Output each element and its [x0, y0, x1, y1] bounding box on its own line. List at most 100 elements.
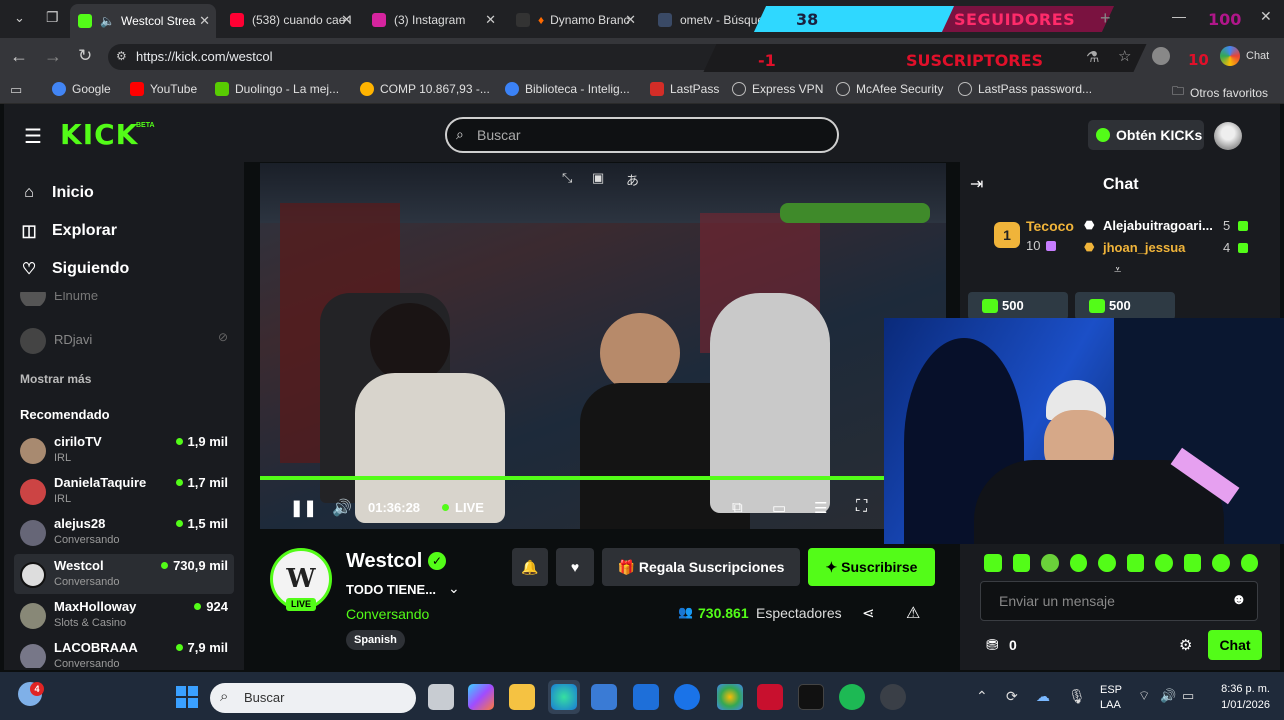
bookmark-mcafee[interactable]: McAfee Security: [836, 82, 943, 96]
cloud-icon[interactable]: ☁: [1036, 688, 1050, 705]
fullscreen-icon[interactable]: ⛶: [856, 498, 867, 516]
recommended-item[interactable]: MaxHolloway Slots & Casino 924: [20, 599, 234, 639]
expand-leaderboard-icon[interactable]: ⩡: [1114, 262, 1121, 278]
gifter-name[interactable]: jhoan_jessua: [1103, 240, 1185, 255]
progress-bar[interactable]: [260, 476, 884, 480]
hp-icon[interactable]: [674, 684, 700, 710]
bookmark-duolingo[interactable]: Duolingo - La mej...: [215, 82, 339, 96]
gift-subs-button[interactable]: 🎁 Regala Suscripciones: [602, 548, 800, 586]
menu-icon[interactable]: ☰: [24, 124, 42, 149]
kicks-wallet-icon[interactable]: ⛃: [986, 636, 999, 654]
bookmark-comp[interactable]: COMP 10.867,93 -...: [360, 82, 490, 96]
bookmark-lastpass-password[interactable]: LastPass password...: [958, 82, 1092, 96]
search-input[interactable]: Buscar: [445, 117, 839, 153]
kick-logo[interactable]: KICK: [60, 118, 138, 151]
tab-close-icon[interactable]: ✕: [199, 13, 210, 29]
bookmark-youtube[interactable]: YouTube: [130, 82, 197, 96]
language-tag[interactable]: Spanish: [346, 630, 405, 650]
emote-icon[interactable]: [1069, 554, 1087, 572]
emoji-icon[interactable]: ☻: [1231, 591, 1247, 608]
tab-close-icon[interactable]: ✕: [485, 12, 496, 28]
bookmark-biblioteca[interactable]: Biblioteca - Intelig...: [505, 82, 630, 96]
copilot-icon[interactable]: [1220, 46, 1240, 66]
translate-icon[interactable]: あ: [626, 170, 639, 189]
tiktok-icon[interactable]: [798, 684, 824, 710]
collapse-chat-icon[interactable]: ⇥: [970, 174, 983, 194]
bookmark-expressvpn[interactable]: Express VPN: [732, 82, 823, 96]
pip-icon[interactable]: ⧉: [732, 499, 743, 516]
browser-tab-2[interactable]: (3) Instagram ✕: [364, 6, 502, 34]
nav-home[interactable]: ⌂ Inicio: [20, 184, 94, 202]
tab-close-icon[interactable]: ✕: [625, 12, 636, 28]
obs-icon[interactable]: [880, 684, 906, 710]
close-window-icon[interactable]: ✕: [1260, 8, 1272, 25]
emote-icon[interactable]: [1012, 554, 1030, 572]
battery-icon[interactable]: ▭: [1182, 688, 1194, 704]
file-explorer-icon[interactable]: [509, 684, 535, 710]
streamer-name[interactable]: Westcol: [346, 550, 422, 573]
send-chat-button[interactable]: Chat: [1208, 630, 1262, 660]
video-player[interactable]: [260, 163, 946, 529]
follow-button[interactable]: ♥: [556, 548, 594, 586]
emote-icon[interactable]: [1155, 554, 1173, 572]
store-icon[interactable]: [591, 684, 617, 710]
tab-actions-icon[interactable]: ❐: [46, 9, 59, 26]
sidebar-toggle-icon[interactable]: ▭: [10, 82, 22, 98]
following-item-partial[interactable]: Elnume: [20, 292, 234, 306]
recommended-item[interactable]: LACOBRAAA Conversando 7,9 mil: [20, 640, 234, 668]
notifications-button[interactable]: 🔔: [512, 548, 548, 586]
bookmark-google[interactable]: Google: [52, 82, 111, 96]
mcafee-icon[interactable]: [757, 684, 783, 710]
tab-list-icon[interactable]: ⌄: [14, 10, 25, 26]
chat-input[interactable]: Enviar un mensaje: [980, 581, 1258, 621]
microphone-icon[interactable]: 🎙: [1068, 688, 1086, 705]
wifi-icon[interactable]: ⌔: [1138, 688, 1150, 704]
following-item-offline[interactable]: RDjavi ⊘: [20, 328, 234, 370]
report-icon[interactable]: ⚠: [906, 603, 920, 623]
sync-icon[interactable]: ⟳: [1006, 688, 1018, 705]
language-bottom[interactable]: LAA: [1100, 699, 1121, 711]
favorite-star-icon[interactable]: ☆: [1118, 47, 1131, 65]
stream-category[interactable]: Conversando: [346, 606, 429, 622]
recommended-item[interactable]: DanielaTaquire IRL 1,7 mil: [20, 475, 234, 515]
gifter-name[interactable]: Alejabuitragoari...: [1103, 218, 1213, 233]
bookmark-lastpass[interactable]: LastPass: [650, 82, 719, 96]
chrome-icon[interactable]: [717, 684, 743, 710]
taskbar-search[interactable]: Buscar: [210, 683, 416, 713]
emote-icon[interactable]: [1183, 554, 1201, 572]
emote-icon[interactable]: [1041, 554, 1059, 572]
recommended-item[interactable]: alejus28 Conversando 1,5 mil: [20, 516, 234, 556]
emote-icon[interactable]: [1212, 554, 1230, 572]
share-icon[interactable]: ⋖: [862, 604, 875, 622]
emote-icon[interactable]: [1098, 554, 1116, 572]
site-info-icon[interactable]: ⚙: [116, 49, 127, 63]
tab-close-icon[interactable]: ✕: [341, 12, 352, 28]
browser-chat-label[interactable]: Chat: [1246, 50, 1269, 62]
edge-icon[interactable]: [551, 684, 577, 710]
back-icon[interactable]: ←: [10, 46, 28, 67]
fullscreen-exit-icon[interactable]: ⤡: [562, 170, 572, 186]
subscribe-button[interactable]: ✦ Suscribirse: [808, 548, 935, 586]
recommended-item-active[interactable]: Westcol Conversando 730,9 mil: [20, 558, 234, 598]
clock-time[interactable]: 8:36 p. m.: [1212, 683, 1270, 695]
chat-settings-icon[interactable]: ⚙: [1179, 636, 1192, 654]
tray-chevron-icon[interactable]: ⌃: [976, 688, 988, 705]
top-gifter-name[interactable]: Tecoco: [1026, 218, 1074, 234]
extension-icon[interactable]: ⚗: [1086, 48, 1099, 66]
recommended-item[interactable]: ciriloTV IRL 1,9 mil: [20, 434, 234, 474]
browser-tab-0[interactable]: 🔈 Westcol Strea ✕: [70, 4, 216, 38]
emote-icon[interactable]: [1126, 554, 1144, 572]
windows-start-icon[interactable]: [176, 686, 198, 708]
browser-tab-3[interactable]: ♦ Dynamo Branc ✕: [508, 6, 642, 34]
audio-icon[interactable]: 🔈: [100, 14, 115, 28]
language-top[interactable]: ESP: [1100, 684, 1122, 696]
volume-icon[interactable]: 🔊: [332, 498, 352, 518]
outlook-icon[interactable]: [633, 684, 659, 710]
new-tab-icon[interactable]: +: [1100, 8, 1111, 29]
theater-icon[interactable]: ▭: [772, 499, 786, 517]
pause-icon[interactable]: ❚❚: [290, 498, 317, 518]
emote-icon[interactable]: [1240, 554, 1258, 572]
settings-icon[interactable]: ☰: [814, 499, 827, 517]
clock-date[interactable]: 1/01/2026: [1212, 699, 1270, 711]
live-indicator[interactable]: LIVE: [455, 500, 484, 515]
